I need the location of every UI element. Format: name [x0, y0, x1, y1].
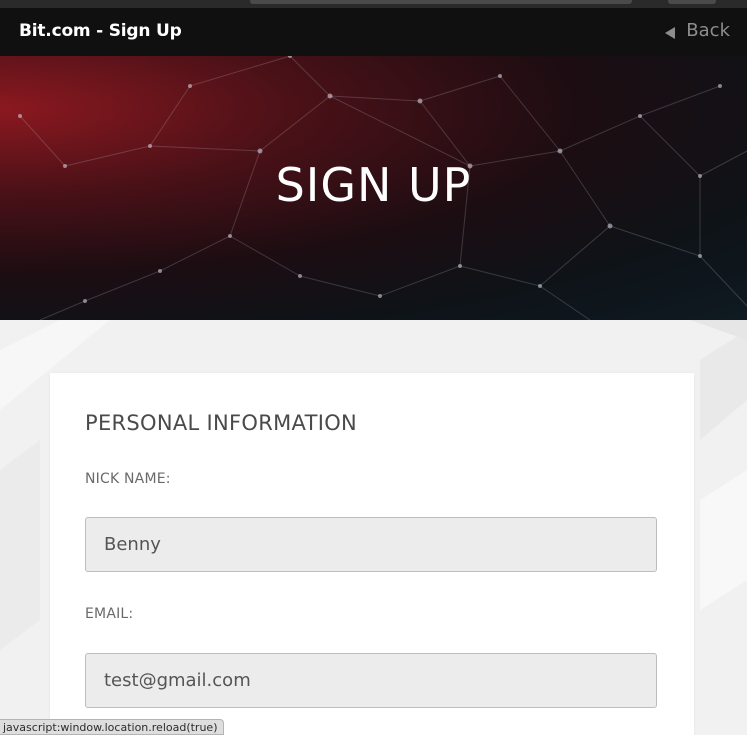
- app-title: Bit.com - Sign Up: [19, 21, 182, 41]
- address-bar-edge: [250, 0, 632, 4]
- section-title-personal-info: PERSONAL INFORMATION: [85, 411, 358, 435]
- browser-top-strip: [0, 0, 747, 8]
- tab-edge: [668, 0, 716, 4]
- back-label: Back: [686, 20, 730, 41]
- signup-form-card: PERSONAL INFORMATION NICK NAME: EMAIL:: [50, 373, 694, 735]
- nickname-input[interactable]: [85, 517, 657, 572]
- hero-banner: SIGN UP: [0, 56, 747, 320]
- email-label: EMAIL:: [85, 606, 134, 622]
- signup-page: Bit.com - Sign Up Back SIGN UP PERSONAL …: [0, 0, 747, 735]
- email-input[interactable]: [85, 653, 657, 708]
- nickname-label: NICK NAME:: [85, 471, 171, 487]
- hero-title: SIGN UP: [275, 158, 472, 212]
- link-status-tooltip: javascript:window.location.reload(true): [0, 719, 225, 735]
- top-navbar: Bit.com - Sign Up Back: [0, 8, 747, 57]
- triangle-left-icon: [663, 24, 677, 39]
- back-button[interactable]: Back: [663, 20, 730, 41]
